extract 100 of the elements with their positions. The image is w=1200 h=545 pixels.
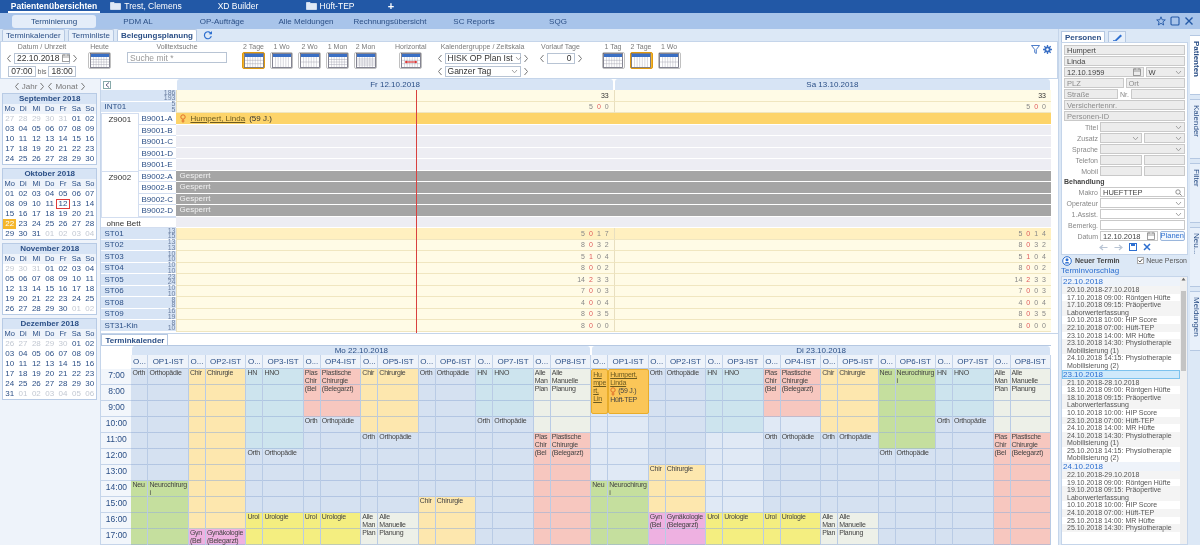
calendar-view-button[interactable]: [326, 52, 349, 69]
calendar-view-button[interactable]: [657, 52, 681, 69]
next-button[interactable]: [576, 53, 583, 63]
calendar-day[interactable]: 30: [16, 229, 30, 239]
side-tab[interactable]: Filter: [1190, 163, 1200, 223]
calendar-day[interactable]: 13: [16, 284, 30, 294]
today-button[interactable]: [88, 52, 111, 69]
calendar-day[interactable]: 18: [16, 369, 30, 379]
scroll-up-icon[interactable]: [1181, 277, 1186, 281]
calendar-day[interactable]: 08: [69, 349, 84, 359]
calendar-day[interactable]: 25: [16, 154, 30, 164]
calendar-day[interactable]: 20: [43, 369, 57, 379]
calendar-day[interactable]: 01: [69, 339, 84, 349]
calendar-day[interactable]: 29: [69, 379, 84, 389]
calendar-day[interactable]: 28: [56, 154, 70, 164]
calendar-day[interactable]: 03: [29, 189, 44, 199]
calendar-day[interactable]: 09: [83, 349, 97, 359]
calendar-day[interactable]: 24: [29, 219, 44, 229]
forward-arrow-icon[interactable]: [1113, 243, 1123, 251]
collapse-button[interactable]: [103, 80, 112, 89]
calendar-day[interactable]: 22: [43, 294, 57, 304]
calendar-day[interactable]: 28: [56, 379, 70, 389]
calendar-day[interactable]: 07: [56, 124, 70, 134]
calendar-day[interactable]: 21: [83, 209, 97, 219]
calendar-view-button[interactable]: [270, 52, 293, 69]
lead-days-field[interactable]: 0: [546, 52, 575, 64]
calendar-day[interactable]: 06: [16, 274, 30, 284]
calendar-day[interactable]: 20: [43, 144, 57, 154]
ward-name[interactable]: ST03: [104, 251, 124, 261]
calendar-day[interactable]: 29: [3, 229, 17, 239]
filter-icon[interactable]: [1031, 45, 1040, 54]
calendar-day[interactable]: 31: [3, 389, 17, 399]
calendar-day[interactable]: 28: [83, 219, 97, 229]
calendar-day[interactable]: 03: [3, 349, 17, 359]
calendar-day[interactable]: 29: [69, 154, 84, 164]
calendar-day[interactable]: 02: [83, 114, 97, 124]
calendar-day[interactable]: 12: [56, 199, 70, 209]
calendar-day[interactable]: 02: [56, 264, 70, 274]
calendar-day[interactable]: 09: [83, 124, 97, 134]
calendar-day[interactable]: 09: [16, 199, 30, 209]
calendar-day[interactable]: 09: [56, 274, 70, 284]
horizontal-view-button[interactable]: [399, 52, 423, 69]
side-tab[interactable]: Patienten: [1190, 35, 1200, 95]
calendar-day[interactable]: 17: [3, 144, 17, 154]
save-icon[interactable]: [1128, 243, 1137, 251]
calendar-day[interactable]: 13: [43, 134, 57, 144]
calendar-day[interactable]: 06: [43, 349, 57, 359]
ward-name[interactable]: ST05: [104, 274, 124, 284]
calendar-day[interactable]: 26: [3, 304, 17, 314]
add-tab-button[interactable]: +: [376, 0, 406, 13]
calendar-day[interactable]: 10: [69, 274, 84, 284]
calendar-day[interactable]: 08: [43, 274, 57, 284]
calendar-tab[interactable]: Terminkalender: [101, 334, 169, 345]
star-icon[interactable]: [1156, 16, 1166, 26]
calendar-day[interactable]: 04: [43, 189, 57, 199]
previous-year-button[interactable]: [13, 81, 20, 91]
calendar-day[interactable]: 10: [29, 199, 44, 209]
ward-name[interactable]: ST02: [104, 240, 124, 250]
calendar-day[interactable]: 30: [83, 379, 97, 389]
calendar-day[interactable]: 26: [29, 154, 44, 164]
calendar-group-dropdown[interactable]: HISK OP Plan Ist: [444, 52, 521, 64]
calendar-day[interactable]: 25: [16, 379, 30, 389]
calendar-day[interactable]: 20: [16, 294, 30, 304]
close-icon[interactable]: [1142, 243, 1151, 251]
calendar-day[interactable]: 11: [83, 274, 97, 284]
calendar-day[interactable]: 02: [16, 189, 30, 199]
close-icon[interactable]: [1184, 16, 1194, 26]
calendar-day[interactable]: 23: [16, 219, 30, 229]
patient-link[interactable]: Humpert, Linda: [190, 113, 246, 123]
maximize-icon[interactable]: [1170, 16, 1180, 26]
side-tab[interactable]: Kalender: [1190, 99, 1200, 159]
previous-button[interactable]: [538, 53, 545, 63]
calendar-day[interactable]: 12: [29, 134, 44, 144]
ward-name[interactable]: ST06: [104, 286, 124, 296]
calendar-day[interactable]: 27: [43, 379, 57, 389]
window-tab[interactable]: Trest, Clemens: [100, 0, 192, 13]
ward-name[interactable]: INT01: [104, 102, 127, 112]
calendar-day[interactable]: 20: [69, 209, 84, 219]
calendar-day[interactable]: 16: [16, 209, 30, 219]
nav-tab[interactable]: Rechnungsübersicht: [348, 14, 432, 28]
calendar-day[interactable]: 16: [83, 359, 97, 369]
calendar-day[interactable]: 17: [3, 369, 17, 379]
calendar-day[interactable]: 19: [56, 209, 70, 219]
ward-name[interactable]: ST08: [104, 297, 124, 307]
calendar-day[interactable]: 10: [3, 134, 17, 144]
nav-tab[interactable]: Alle Meldungen: [264, 14, 348, 28]
previous-button[interactable]: [6, 53, 12, 63]
ward-name[interactable]: ST31-Kin: [104, 320, 138, 330]
calendar-day[interactable]: 12: [29, 359, 44, 369]
suggestion-date[interactable]: 24.10.2018: [1062, 462, 1180, 472]
calendar-day[interactable]: 06: [43, 124, 57, 134]
suggestion-date[interactable]: 23.10.2018: [1062, 369, 1180, 379]
nav-tab[interactable]: SQG: [516, 14, 600, 28]
calendar-day[interactable]: 23: [56, 294, 70, 304]
calendar-day[interactable]: 21: [56, 369, 70, 379]
calendar-day[interactable]: 28: [29, 304, 44, 314]
calendar-day[interactable]: 07: [83, 189, 97, 199]
calendar-day[interactable]: 27: [16, 304, 30, 314]
ward-name[interactable]: ST04: [104, 263, 124, 273]
calendar-view-button[interactable]: [298, 52, 321, 69]
